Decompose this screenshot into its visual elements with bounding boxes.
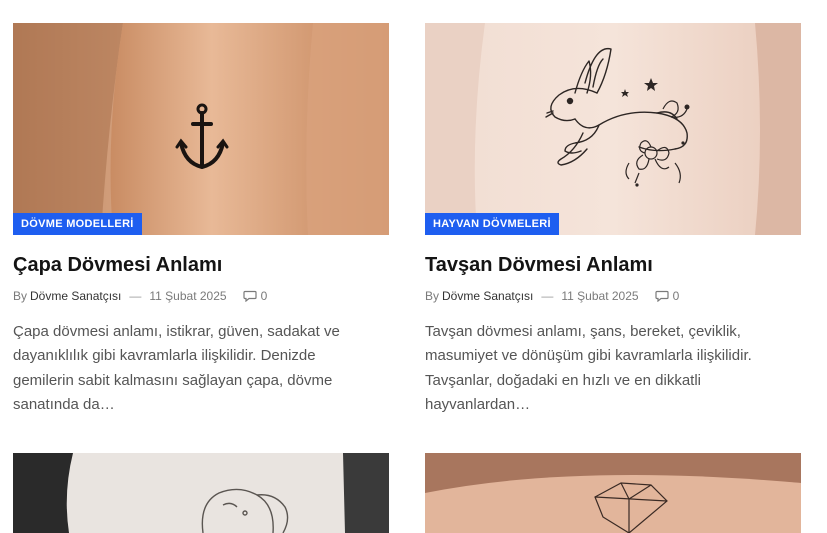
post-date: 11 Şubat 2025 bbox=[149, 289, 227, 303]
post-meta: By Dövme Sanatçısı — 11 Şubat 2025 0 bbox=[425, 289, 679, 303]
meta-separator: — bbox=[129, 289, 142, 303]
elephant-tattoo-image bbox=[13, 453, 389, 533]
by-label: By bbox=[425, 289, 440, 303]
comments-link[interactable]: 0 bbox=[242, 289, 268, 303]
comments-link[interactable]: 0 bbox=[654, 289, 680, 303]
author-link[interactable]: Dövme Sanatçısı bbox=[442, 289, 533, 303]
comment-count: 0 bbox=[672, 289, 680, 303]
diamond-tattoo-image bbox=[425, 453, 801, 533]
post-thumbnail-elephant-tattoo[interactable] bbox=[13, 453, 389, 533]
category-badge[interactable]: HAYVAN DÖVMELERİ bbox=[425, 213, 559, 235]
meta-separator: — bbox=[541, 289, 554, 303]
comment-bubble-icon bbox=[242, 290, 257, 302]
comment-bubble-icon bbox=[654, 290, 669, 302]
post-thumbnail-anchor-tattoo[interactable]: DÖVME MODELLERİ bbox=[13, 23, 389, 235]
post-thumbnail-rabbit-tattoo[interactable]: HAYVAN DÖVMELERİ bbox=[425, 23, 801, 235]
post-card: HAYVAN DÖVMELERİ Tavşan Dövmesi Anlamı B… bbox=[425, 23, 801, 413]
post-excerpt: Çapa dövmesi anlamı, istikrar, güven, sa… bbox=[13, 323, 340, 413]
comment-count: 0 bbox=[260, 289, 268, 303]
post-meta: By Dövme Sanatçısı — 11 Şubat 2025 0 bbox=[13, 289, 267, 303]
post-title[interactable]: Tavşan Dövmesi Anlamı bbox=[425, 253, 653, 277]
post-excerpt: Tavşan dövmesi anlamı, şans, bereket, çe… bbox=[425, 323, 752, 413]
post-thumbnail-diamond-tattoo[interactable] bbox=[425, 453, 801, 533]
by-label: By bbox=[13, 289, 28, 303]
rabbit-tattoo-image bbox=[425, 23, 801, 235]
anchor-tattoo-image bbox=[13, 23, 389, 235]
author-link[interactable]: Dövme Sanatçısı bbox=[30, 289, 121, 303]
post-date: 11 Şubat 2025 bbox=[561, 289, 639, 303]
post-card: DÖVME MODELLERİ Çapa Dövmesi Anlamı By D… bbox=[13, 23, 389, 413]
post-title[interactable]: Çapa Dövmesi Anlamı bbox=[13, 253, 222, 277]
category-badge[interactable]: DÖVME MODELLERİ bbox=[13, 213, 142, 235]
